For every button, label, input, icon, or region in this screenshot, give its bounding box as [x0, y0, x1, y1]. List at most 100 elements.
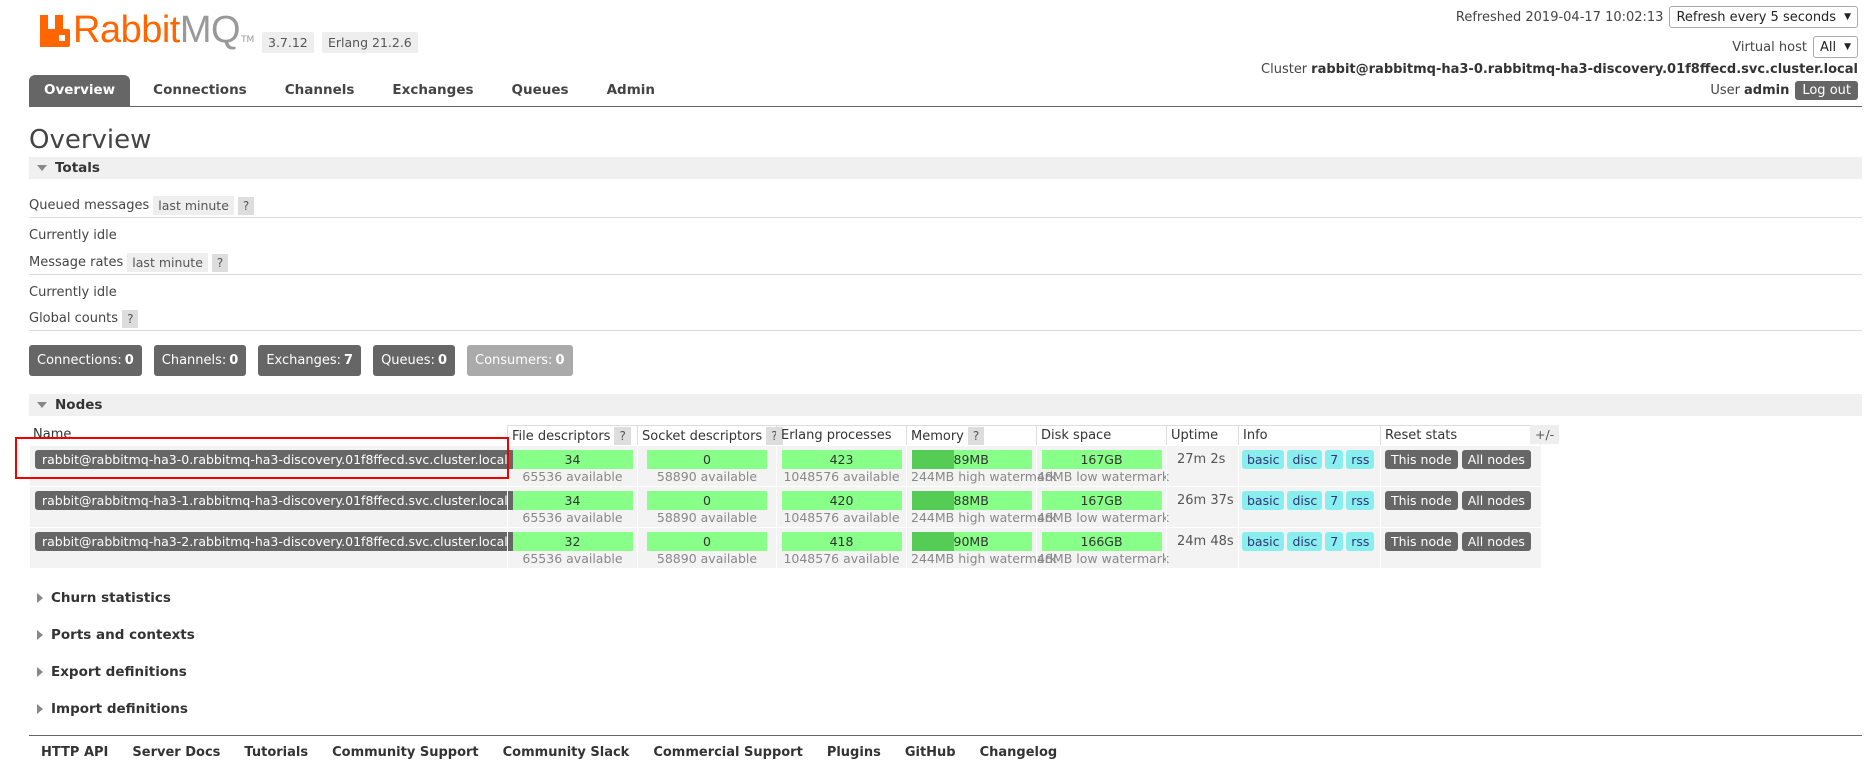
col-erlang-processes: Erlang processes [776, 425, 906, 445]
col-file-descriptors: File descriptors? [507, 425, 637, 445]
reset-all-nodes-button[interactable]: All nodes [1461, 450, 1531, 469]
info-disc: disc [1287, 532, 1323, 551]
info-rss: rss [1346, 491, 1375, 510]
reset-all-nodes-button[interactable]: All nodes [1461, 491, 1531, 510]
logo-text: RabbitMQ [73, 9, 241, 51]
totals-section-toggle[interactable]: Totals [29, 157, 1862, 179]
socket-descriptors-available: 58890 available [656, 469, 758, 484]
nodes-section-toggle[interactable]: Nodes [29, 394, 1862, 416]
footer-link-server-docs[interactable]: Server Docs [132, 745, 220, 760]
info-disc: disc [1287, 491, 1323, 510]
message-rates-label: Message rates [29, 255, 124, 270]
reset-this-node-button[interactable]: This node [1385, 450, 1458, 469]
collapsed-triangle-icon [37, 593, 43, 603]
help-icon[interactable]: ? [122, 309, 139, 328]
info-basic: basic [1242, 532, 1285, 551]
erlang-version-badge: Erlang 21.2.6 [322, 32, 418, 53]
tab-overview[interactable]: Overview [29, 75, 131, 106]
footer-link-github[interactable]: GitHub [905, 745, 956, 760]
reset-this-node-button[interactable]: This node [1385, 532, 1458, 551]
collapsed-triangle-icon [37, 630, 43, 640]
export-definitions-toggle[interactable]: Export definitions [29, 664, 187, 680]
col-socket-descriptors: Socket descriptors? [637, 425, 783, 445]
erlang-processes-bar: 418 [781, 532, 902, 551]
churn-statistics-toggle[interactable]: Churn statistics [29, 590, 171, 606]
help-icon[interactable]: ? [967, 427, 985, 445]
exchanges-count[interactable]: Exchanges: 7 [258, 345, 362, 376]
channels-count[interactable]: Channels: 0 [153, 345, 247, 376]
memory-watermark: 244MB high watermark [911, 551, 1058, 566]
queues-count[interactable]: Queues: 0 [373, 345, 455, 376]
queued-messages-range[interactable]: last minute [153, 196, 234, 215]
help-icon[interactable]: ? [237, 196, 255, 215]
file-descriptors-bar: 32 [512, 532, 633, 551]
global-counts-row: Global counts ? [29, 307, 1862, 331]
col-uptime: Uptime [1166, 425, 1238, 445]
columns-toggle-button[interactable]: +/- [1530, 425, 1560, 444]
info-count: 7 [1325, 491, 1344, 510]
disk-space-bar: 166GB [1041, 532, 1162, 551]
tab-admin[interactable]: Admin [592, 75, 670, 106]
uptime-value: 27m 2s [1166, 446, 1238, 486]
tab-connections[interactable]: Connections [138, 75, 262, 106]
erlang-processes-available: 1048576 available [783, 551, 900, 566]
footer-link-plugins[interactable]: Plugins [827, 745, 881, 760]
rabbitmq-logo[interactable]: RabbitMQ TM [40, 9, 254, 51]
erlang-processes-available: 1048576 available [783, 469, 900, 484]
memory-watermark: 244MB high watermark [911, 510, 1058, 525]
node-name-link[interactable]: rabbit@rabbitmq-ha3-1.rabbitmq-ha3-disco… [35, 491, 515, 510]
import-definitions-toggle[interactable]: Import definitions [29, 701, 188, 717]
page-title: Overview [29, 125, 152, 155]
file-descriptors-available: 65536 available [522, 510, 623, 525]
erlang-processes-bar: 420 [781, 491, 902, 510]
global-counts-label: Global counts [29, 311, 119, 326]
disk-watermark: 48MB low watermark [1037, 551, 1170, 566]
dropdown-caret-icon: ▼ [1844, 12, 1851, 22]
footer-link-community-slack[interactable]: Community Slack [503, 745, 630, 760]
disk-space-bar: 167GB [1041, 450, 1162, 469]
queued-messages-idle: Currently idle [29, 228, 117, 243]
memory-watermark: 244MB high watermark [911, 469, 1058, 484]
footer-link-http-api[interactable]: HTTP API [41, 745, 108, 760]
socket-descriptors-available: 58890 available [656, 551, 758, 566]
footer-link-community-support[interactable]: Community Support [332, 745, 479, 760]
erlang-processes-bar: 423 [781, 450, 902, 469]
queued-messages-row: Queued messages last minute ? [29, 194, 1862, 218]
footer-links: HTTP API Server Docs Tutorials Community… [29, 735, 1862, 760]
rabbitmq-management-page: RabbitMQ TM 3.7.12 Erlang 21.2.6 Refresh… [0, 0, 1874, 761]
table-row: rabbit@rabbitmq-ha3-2.rabbitmq-ha3-disco… [29, 527, 1541, 568]
refresh-interval-select[interactable]: Refresh every 5 seconds ▼ [1669, 6, 1858, 28]
socket-descriptors-bar: 0 [647, 491, 767, 510]
message-rates-range[interactable]: last minute [127, 253, 208, 272]
footer-link-tutorials[interactable]: Tutorials [244, 745, 308, 760]
tab-queues[interactable]: Queues [497, 75, 584, 106]
reset-all-nodes-button[interactable]: All nodes [1461, 532, 1531, 551]
message-rates-idle: Currently idle [29, 285, 117, 300]
tab-exchanges[interactable]: Exchanges [377, 75, 488, 106]
socket-descriptors-bar: 0 [647, 532, 767, 551]
ports-and-contexts-toggle[interactable]: Ports and contexts [29, 627, 195, 643]
virtual-host-select[interactable]: All ▼ [1812, 36, 1858, 58]
node-name-link[interactable]: rabbit@rabbitmq-ha3-2.rabbitmq-ha3-disco… [35, 532, 515, 551]
footer-link-commercial-support[interactable]: Commercial Support [653, 745, 803, 760]
socket-descriptors-available: 58890 available [656, 510, 758, 525]
info-basic: basic [1242, 491, 1285, 510]
file-descriptors-bar: 34 [512, 450, 633, 469]
help-icon[interactable]: ? [614, 427, 631, 445]
footer-link-changelog[interactable]: Changelog [980, 745, 1058, 760]
nodes-title: Nodes [55, 397, 103, 413]
tab-channels[interactable]: Channels [270, 75, 370, 106]
dropdown-caret-icon: ▼ [1844, 42, 1851, 52]
disk-space-bar: 167GB [1041, 491, 1162, 510]
info-count: 7 [1325, 450, 1344, 469]
expanded-triangle-icon [37, 402, 47, 408]
consumers-count[interactable]: Consumers: 0 [467, 345, 573, 376]
info-disc: disc [1287, 450, 1323, 469]
disk-watermark: 48MB low watermark [1037, 469, 1170, 484]
disk-watermark: 48MB low watermark [1037, 510, 1170, 525]
connections-count[interactable]: Connections: 0 [29, 345, 142, 376]
reset-this-node-button[interactable]: This node [1385, 491, 1458, 510]
uptime-value: 24m 48s [1166, 528, 1238, 568]
col-reset-stats: Reset stats [1380, 425, 1541, 445]
help-icon[interactable]: ? [211, 253, 229, 272]
